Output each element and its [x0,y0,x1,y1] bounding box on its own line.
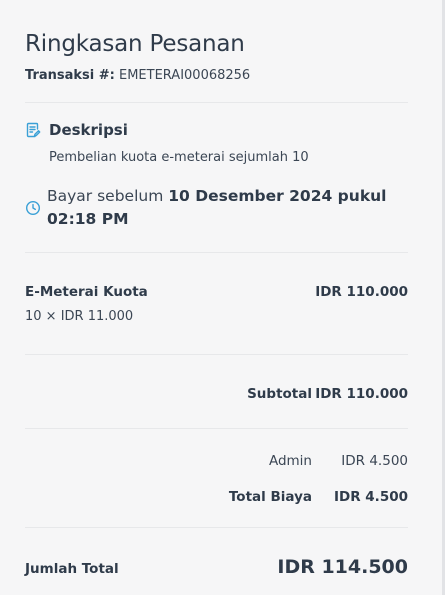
divider [25,428,408,429]
page-title: Ringkasan Pesanan [25,31,245,57]
payment-deadline-prefix: Bayar sebelum [47,187,164,205]
description-heading: Deskripsi [49,121,128,139]
divider [25,102,408,103]
total-fee-label: Total Biaya [228,489,312,505]
divider [25,252,408,253]
transaction-label: Transaksi #: [25,68,115,83]
payment-deadline: Bayar sebelum 10 Desember 2024 pukul 02:… [47,185,402,231]
item-amount: IDR 110.000 [315,284,408,300]
subtotal-label: Subtotal [247,386,312,402]
transaction-id: EMETERAI00068256 [119,68,251,83]
item-qty-price: 10 × IDR 11.000 [25,309,134,324]
divider [25,354,408,355]
subtotal-value: IDR 110.000 [315,386,408,402]
clock-icon [25,200,41,216]
admin-fee-value: IDR 4.500 [341,453,408,469]
document-edit-icon [25,122,41,138]
grand-total-value: IDR 114.500 [277,556,408,578]
transaction-info: Transaksi #: EMETERAI00068256 [25,68,250,83]
grand-total-label: Jumlah Total [25,561,119,577]
admin-fee-label: Admin [268,453,312,469]
description-text: Pembelian kuota e-meterai sejumlah 10 [49,150,309,165]
divider [25,527,408,528]
total-fee-value: IDR 4.500 [333,489,408,505]
item-name: E-Meterai Kuota [25,284,148,300]
